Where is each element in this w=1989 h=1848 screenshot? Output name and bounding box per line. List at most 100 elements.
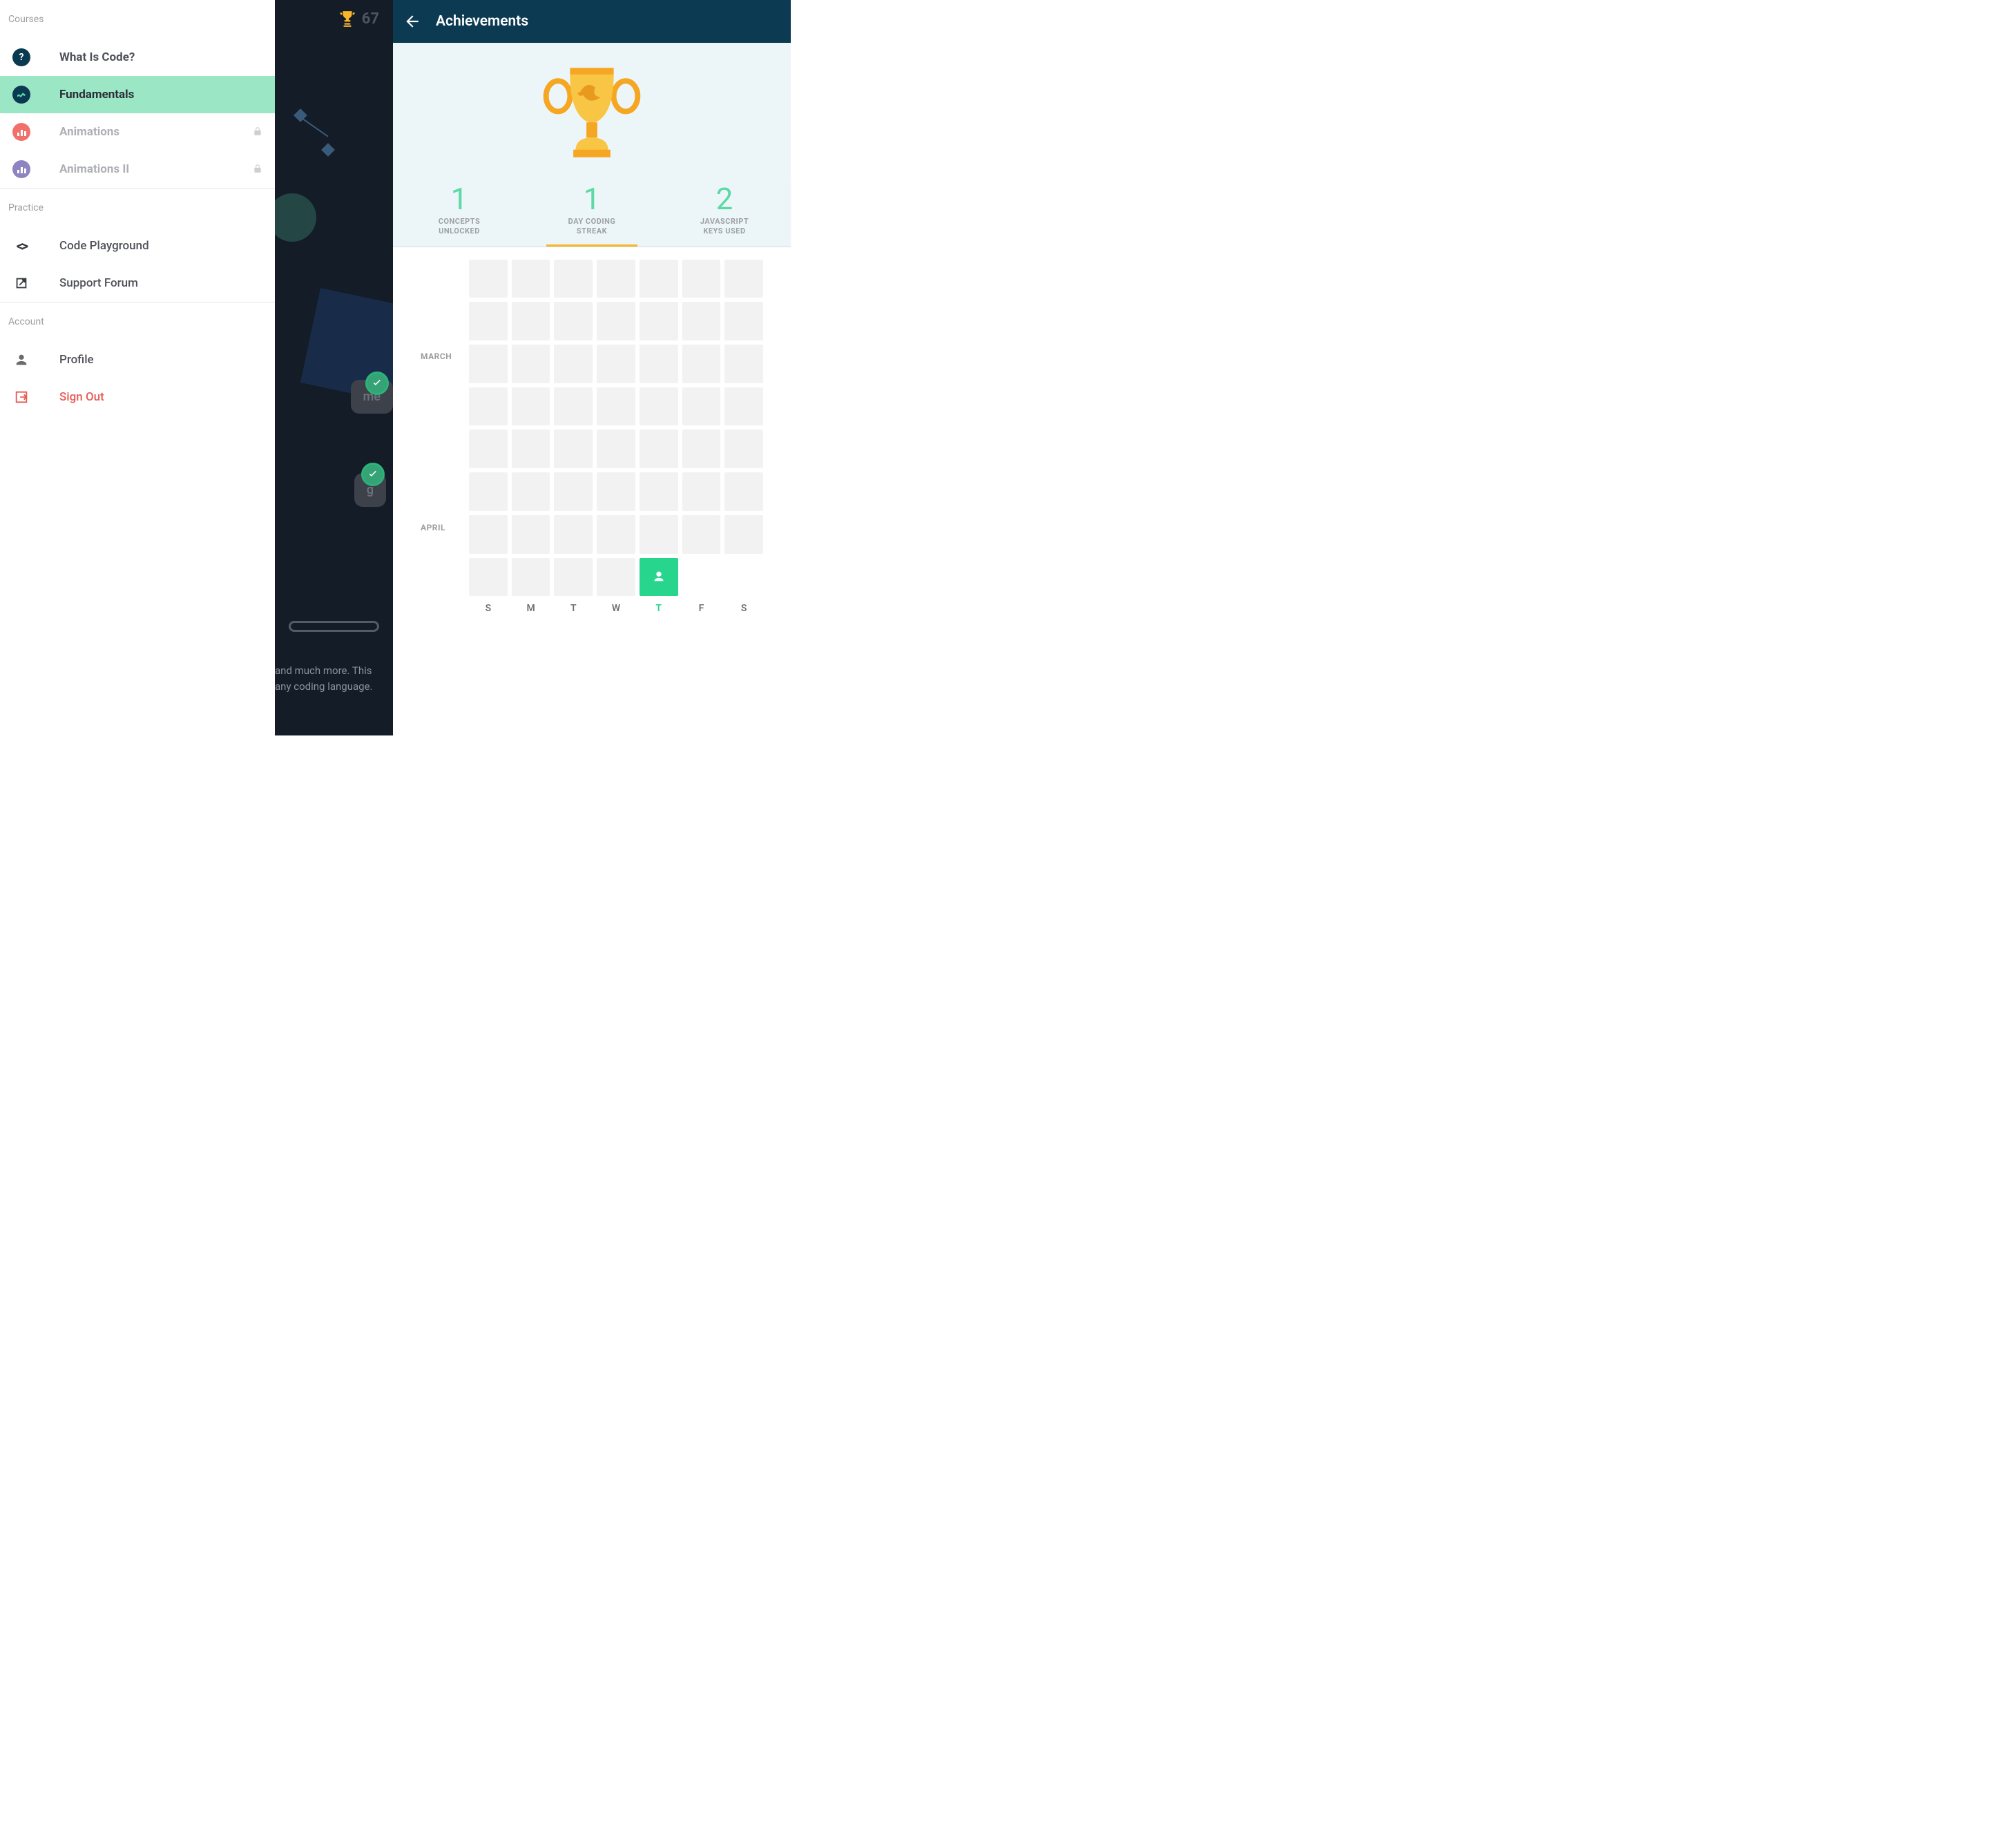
stat-label: JAVASCRIPTKEYS USED [664,217,785,237]
calendar-cell [554,302,593,340]
calendar-cell [469,558,508,597]
code-icon: <> [12,237,30,255]
account-label: Profile [59,353,262,367]
calendar-cell [597,558,635,597]
calendar-grid-top [469,260,763,469]
calendar-cell [554,387,593,426]
section-practice-label: Practice [0,189,275,227]
section-account-label: Account [0,302,275,341]
achievements-header: Achievements [393,0,791,43]
calendar-cell [597,345,635,383]
calendar-cell [512,345,550,383]
calendar-cell [640,302,678,340]
calendar-cell [682,345,721,383]
stat-coding-streak[interactable]: 1 DAY CODINGSTREAK [526,177,658,247]
course-label: Fundamentals [59,88,262,102]
bg-dot [321,143,335,157]
sign-out-icon [12,388,30,406]
course-fundamentals[interactable]: Fundamentals [0,76,275,113]
calendar-cell [554,430,593,468]
stat-keys-used[interactable]: 2 JAVASCRIPTKEYS USED [658,177,791,247]
account-profile[interactable]: Profile [0,341,275,378]
lock-icon [253,163,262,176]
calendar-cell [597,430,635,468]
dow-label: W [597,603,635,614]
lock-icon [253,126,262,139]
chart-icon [12,123,30,141]
external-link-icon [12,274,30,292]
dow-label: S [724,603,763,614]
achievements-title: Achievements [436,13,528,30]
calendar-cell [682,515,721,554]
calendar-cell [597,387,635,426]
calendar-cell [640,345,678,383]
back-button[interactable] [401,10,423,32]
check-icon [365,372,389,395]
calendar-cell [724,387,763,426]
trophy-illustration [393,43,791,177]
streak-calendar: MARCH APRIL S M [393,247,791,735]
course-animations[interactable]: Animations [0,113,275,151]
calendar-cell [640,472,678,511]
calendar-cell [724,515,763,554]
achievements-panel: Achievements 1 CONCEPTSUNLOCKED 1 DAY CO… [393,0,791,735]
calendar-cell [554,260,593,298]
month-label-april: APRIL [421,472,469,583]
calendar-cell [469,302,508,340]
calendar-cell [597,472,635,511]
calendar-cell [640,387,678,426]
calendar-cell [469,472,508,511]
calendar-cell [724,260,763,298]
practice-code-playground[interactable]: <> Code Playground [0,227,275,264]
stats-row: 1 CONCEPTSUNLOCKED 1 DAY CODINGSTREAK 2 … [393,177,791,247]
calendar-cell [512,558,550,597]
calendar-cell [512,472,550,511]
calendar-cell [554,345,593,383]
calendar-cell-today [640,558,678,597]
course-label: What Is Code? [59,50,262,64]
chart-icon [12,160,30,178]
dow-label: S [469,603,508,614]
score-value: 67 [362,10,379,28]
calendar-cell [512,430,550,468]
calendar-cell [640,515,678,554]
calendar-cell [597,260,635,298]
course-animations-ii[interactable]: Animations II [0,151,275,188]
description-text: and much more. This any coding language. [275,663,386,694]
middle-overlay: 67 me g and much more. This any coding l… [275,0,393,735]
calendar-cell [512,387,550,426]
calendar-cell [469,515,508,554]
trophy-icon [338,10,356,28]
stat-label: CONCEPTSUNLOCKED [398,217,520,237]
calendar-cell [512,515,550,554]
calendar-cell [640,260,678,298]
stat-number: 2 [664,181,785,217]
calendar-cell [682,430,721,468]
section-courses-label: Courses [0,0,275,39]
course-what-is-code[interactable]: ? What Is Code? [0,39,275,76]
day-of-week-row: S M T W T F S [469,603,763,614]
calendar-cell [682,472,721,511]
stat-concepts-unlocked[interactable]: 1 CONCEPTSUNLOCKED [393,177,526,247]
dow-label: M [512,603,550,614]
calendar-cell [597,302,635,340]
calendar-cell [724,302,763,340]
person-icon [12,351,30,369]
stat-label: DAY CODINGSTREAK [531,217,653,237]
calendar-cell [554,515,593,554]
account-sign-out[interactable]: Sign Out [0,378,275,416]
calendar-cell [724,345,763,383]
calendar-cell [682,260,721,298]
calendar-cell [682,387,721,426]
month-label-march: MARCH [421,260,469,453]
stat-number: 1 [531,181,653,217]
sidebar: Courses ? What Is Code? Fundamentals Ani… [0,0,275,735]
calendar-cell [469,260,508,298]
calendar-cell [469,345,508,383]
bug-icon [12,86,30,104]
practice-support-forum[interactable]: Support Forum [0,264,275,302]
calendar-cell [512,260,550,298]
dow-label: T [640,603,678,614]
course-label: Animations [59,125,253,139]
dow-label: T [554,603,593,614]
